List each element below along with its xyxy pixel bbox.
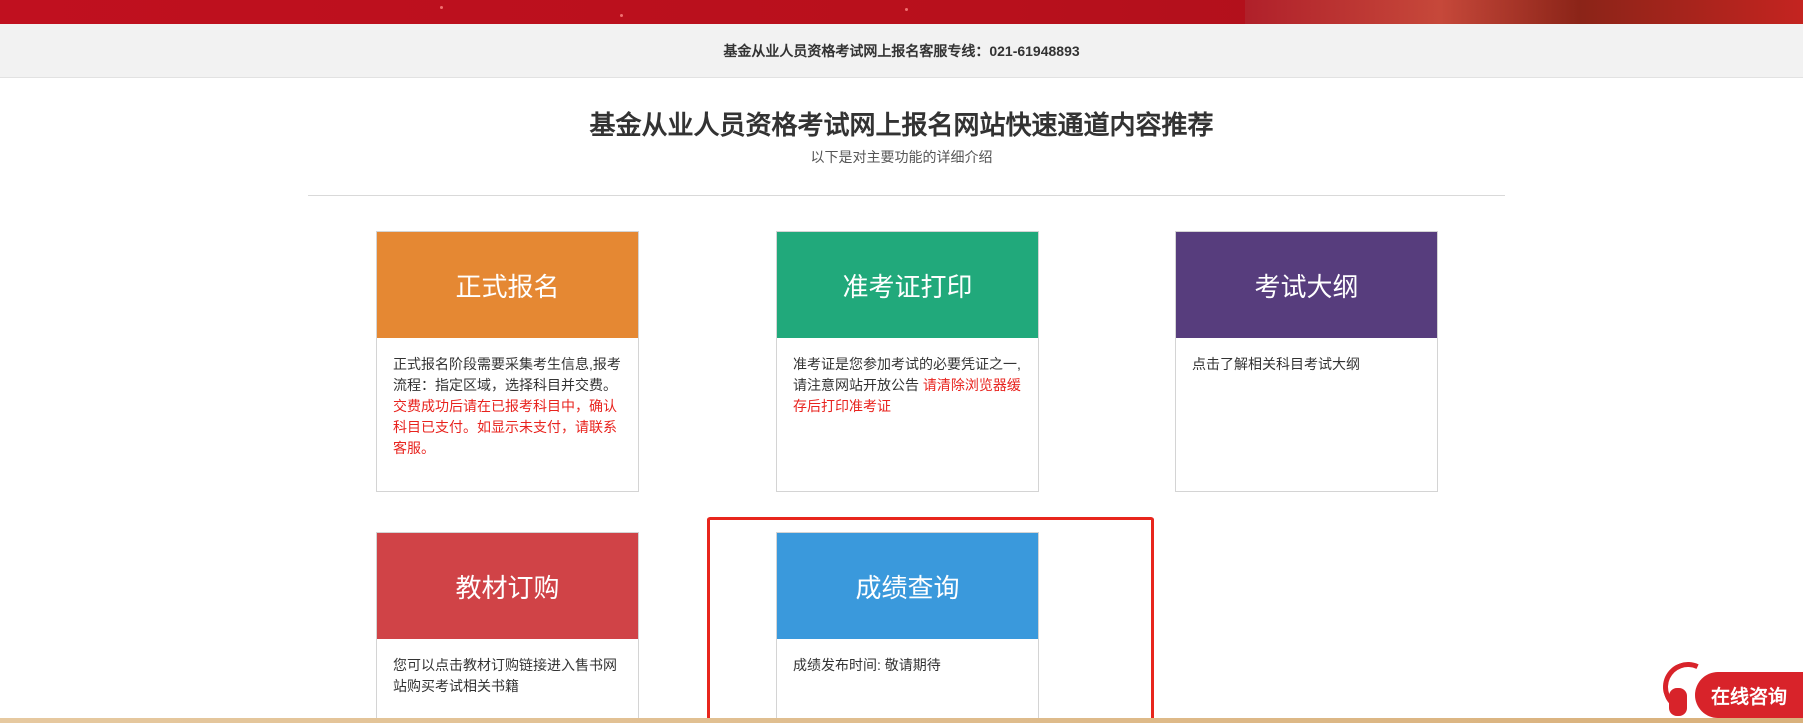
card-description: 准考证是您参加考试的必要凭证之一,请注意网站开放公告 请清除浏览器缓存后打印准考… xyxy=(777,338,1038,417)
hotline-bar: 基金从业人员资格考试网上报名客服专线：021-61948893 xyxy=(0,24,1803,78)
highlight-annotation-box xyxy=(707,517,1154,723)
banner-sparkle xyxy=(620,14,623,17)
online-consult-widget[interactable]: 在线咨询 xyxy=(1655,654,1803,723)
card-header[interactable]: 正式报名 xyxy=(377,232,638,338)
card-description: 您可以点击教材订购链接进入售书网站购买考试相关书籍 xyxy=(377,639,638,697)
online-consult-button[interactable]: 在线咨询 xyxy=(1695,672,1803,718)
section-title: 基金从业人员资格考试网上报名网站快速通道内容推荐 xyxy=(589,110,1214,140)
banner-sparkle xyxy=(440,6,443,9)
banner-sparkle xyxy=(905,8,908,11)
top-banner xyxy=(0,0,1803,24)
card-description: 正式报名阶段需要采集考生信息,报考流程：指定区域，选择科目并交费。 交费成功后请… xyxy=(377,338,638,459)
section-subtitle: 以下是对主要功能的详细介绍 xyxy=(810,149,993,165)
section-divider xyxy=(308,195,1505,196)
card-text: 正式报名阶段需要采集考生信息,报考流程：指定区域，选择科目并交费。 xyxy=(393,356,621,393)
card-description: 点击了解相关科目考试大纲 xyxy=(1176,338,1437,375)
card-exam-syllabus[interactable]: 考试大纲 点击了解相关科目考试大纲 xyxy=(1175,231,1438,492)
card-warning-text: 交费成功后请在已报考科目中，确认科目已支付。如显示未支付，请联系客服。 xyxy=(393,398,617,456)
card-text: 您可以点击教材订购链接进入售书网站购买考试相关书籍 xyxy=(393,657,617,694)
card-text: 点击了解相关科目考试大纲 xyxy=(1192,356,1360,372)
card-admission-ticket[interactable]: 准考证打印 准考证是您参加考试的必要凭证之一,请注意网站开放公告 请清除浏览器缓… xyxy=(776,231,1039,492)
bottom-strip xyxy=(0,718,1803,723)
card-header[interactable]: 准考证打印 xyxy=(777,232,1038,338)
card-textbook-order[interactable]: 教材订购 您可以点击教材订购链接进入售书网站购买考试相关书籍 xyxy=(376,532,639,723)
card-header[interactable]: 教材订购 xyxy=(377,533,638,639)
card-header[interactable]: 考试大纲 xyxy=(1176,232,1437,338)
card-registration[interactable]: 正式报名 正式报名阶段需要采集考生信息,报考流程：指定区域，选择科目并交费。 交… xyxy=(376,231,639,492)
headset-ear-icon xyxy=(1669,688,1687,716)
banner-photo xyxy=(1245,0,1803,24)
hotline-text: 基金从业人员资格考试网上报名客服专线：021-61948893 xyxy=(723,42,1080,59)
